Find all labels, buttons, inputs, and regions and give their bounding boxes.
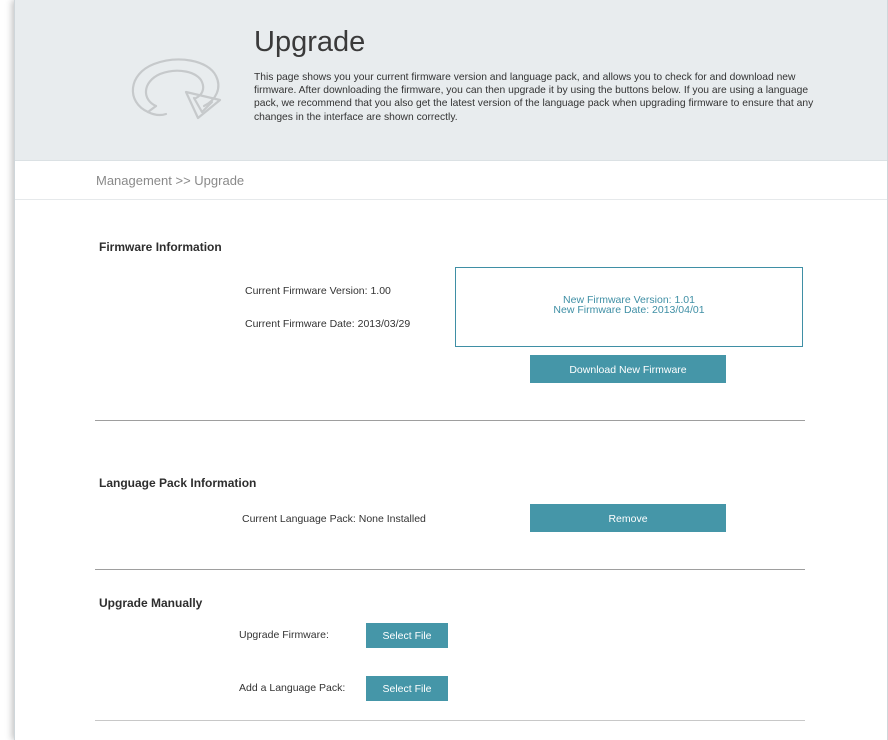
firmware-section-title: Firmware Information — [99, 240, 222, 254]
current-language-pack: Current Language Pack: None Installed — [242, 513, 426, 525]
new-firmware-box: New Firmware Version: 1.01 New Firmware … — [455, 267, 803, 347]
breadcrumb-bar: Management >> Upgrade — [15, 161, 887, 200]
page-banner: Upgrade This page shows you your current… — [15, 0, 887, 161]
page-description: This page shows you your current firmwar… — [254, 72, 814, 123]
current-firmware-date: Current Firmware Date: 2013/03/29 — [245, 318, 411, 330]
language-section-title: Language Pack Information — [99, 476, 257, 490]
remove-language-pack-button[interactable]: Remove — [530, 504, 726, 532]
add-language-pack-label: Add a Language Pack: — [239, 682, 346, 694]
upgrade-refresh-arrow-icon — [131, 58, 222, 120]
breadcrumb: Management >> Upgrade — [96, 173, 245, 188]
select-firmware-file-button[interactable]: Select File — [366, 623, 448, 648]
section-divider — [95, 720, 805, 721]
select-language-file-button[interactable]: Select File — [366, 676, 448, 701]
download-new-firmware-button[interactable]: Download New Firmware — [530, 355, 726, 383]
page-frame: Upgrade This page shows you your current… — [14, 0, 888, 740]
new-firmware-date: New Firmware Date: 2013/04/01 — [553, 304, 705, 316]
section-divider — [95, 420, 805, 421]
current-firmware-version: Current Firmware Version: 1.00 — [245, 285, 391, 297]
manual-section-title: Upgrade Manually — [99, 596, 203, 610]
section-divider — [95, 569, 805, 570]
page-title: Upgrade — [254, 26, 366, 58]
upgrade-firmware-label: Upgrade Firmware: — [239, 629, 329, 641]
